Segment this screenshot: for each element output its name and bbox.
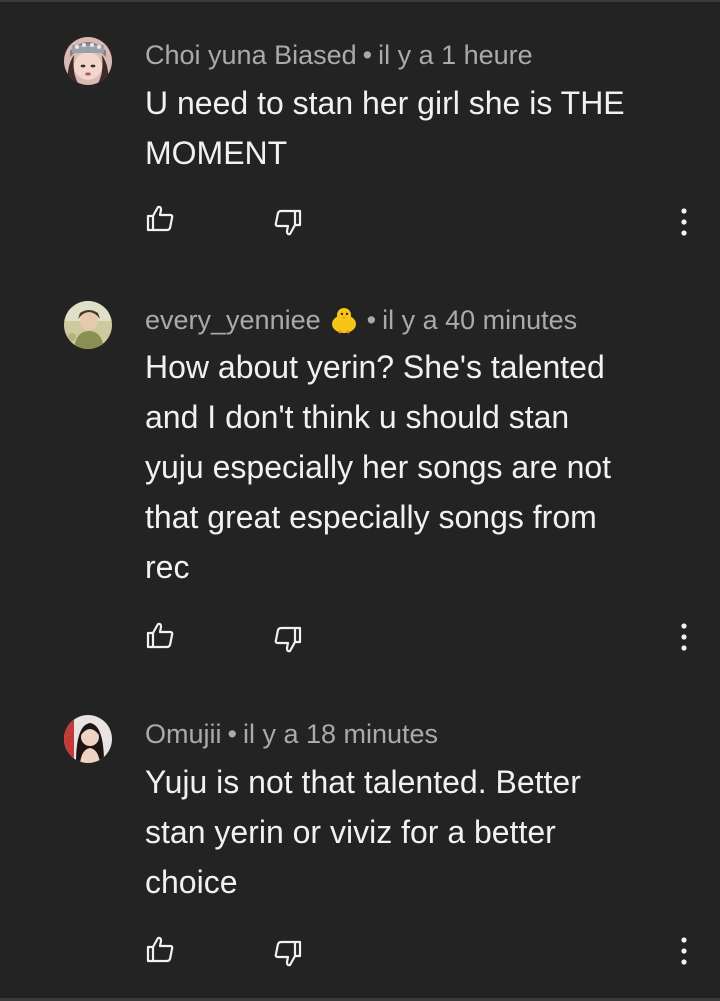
thumb-up-outline-icon[interactable] bbox=[145, 203, 175, 233]
avatar-image bbox=[64, 715, 112, 763]
comment-text: How about yerin? She's talented and I do… bbox=[145, 349, 612, 585]
thumb-up-outline-icon[interactable] bbox=[145, 620, 175, 650]
comment-text: Yuju is not that talented. Better stan y… bbox=[145, 764, 581, 900]
thumb-up-outline-icon[interactable] bbox=[145, 934, 175, 964]
vertical-ellipsis-icon[interactable] bbox=[672, 936, 696, 966]
comment-avatar[interactable] bbox=[64, 301, 112, 349]
thumb-down-outline-icon[interactable] bbox=[273, 625, 303, 655]
comment-time[interactable]: il y a 1 heure bbox=[378, 40, 533, 70]
vertical-ellipsis-icon[interactable] bbox=[672, 622, 696, 652]
top-border bbox=[0, 0, 720, 2]
comment-avatar[interactable] bbox=[64, 715, 112, 763]
thumb-down-outline-icon[interactable] bbox=[273, 939, 303, 969]
avatar-image bbox=[64, 37, 112, 85]
baby-chick-emoji bbox=[331, 308, 356, 334]
avatar-image bbox=[64, 301, 112, 349]
comment-text: U need to stan her girl she is THE MOMEN… bbox=[145, 85, 625, 171]
comment-author[interactable]: Choi yuna Biased bbox=[145, 40, 357, 70]
comment-avatar[interactable] bbox=[64, 37, 112, 85]
comment-author[interactable]: Omujii bbox=[145, 719, 222, 749]
comment-meta: every_yenniee • il y a 40 minutes bbox=[145, 303, 577, 337]
thumb-down-outline-icon[interactable] bbox=[273, 208, 303, 238]
meta-separator: • bbox=[366, 305, 377, 335]
comment-meta: Omujii • il y a 18 minutes bbox=[145, 717, 438, 751]
comment-meta: Choi yuna Biased • il y a 1 heure bbox=[145, 38, 533, 72]
meta-separator: • bbox=[227, 719, 237, 749]
comment-author[interactable]: every_yenniee bbox=[145, 305, 321, 335]
meta-separator: • bbox=[362, 40, 373, 70]
vertical-ellipsis-icon[interactable] bbox=[672, 207, 696, 237]
comment-time[interactable]: il y a 40 minutes bbox=[382, 305, 577, 335]
comment-time[interactable]: il y a 18 minutes bbox=[243, 719, 438, 749]
